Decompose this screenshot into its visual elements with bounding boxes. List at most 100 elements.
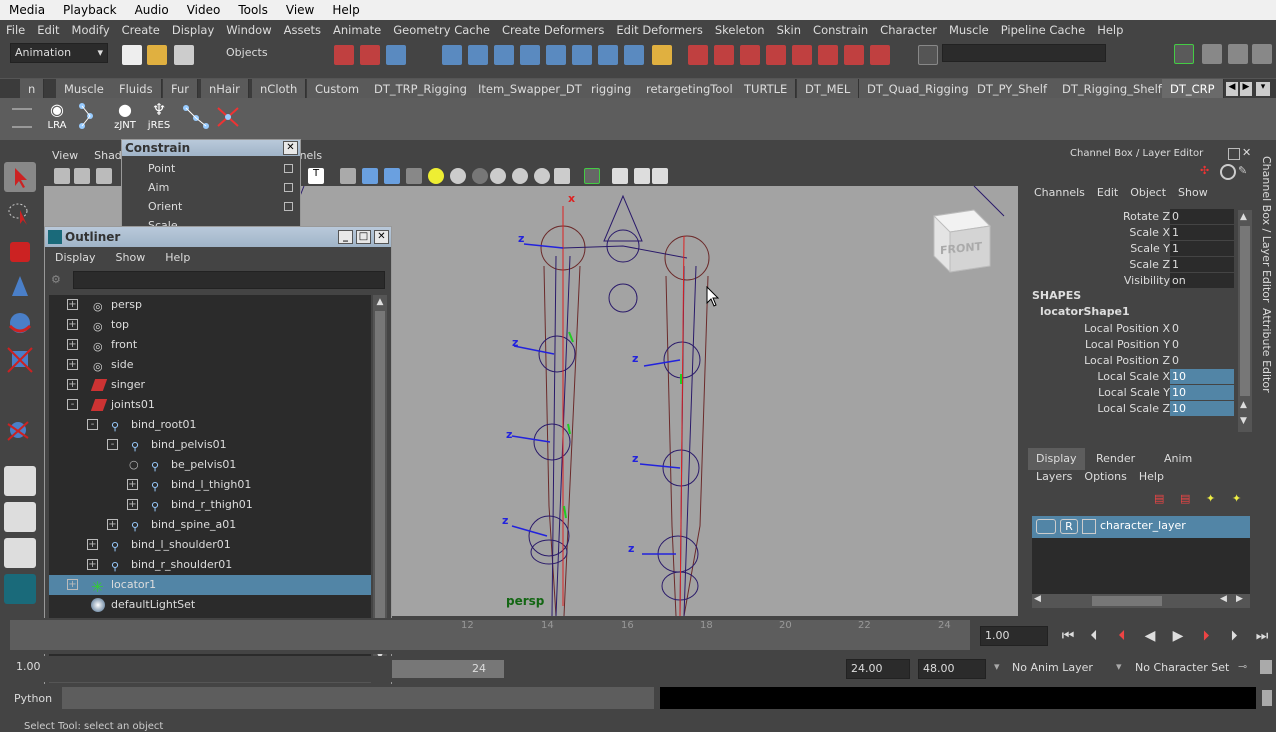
step-forward-frame-icon[interactable]: ⏵ [1224, 628, 1244, 644]
menu-character[interactable]: Character [874, 20, 943, 40]
key-icon[interactable]: ⊸ [1238, 660, 1247, 673]
snap-surface-icon[interactable] [520, 45, 540, 65]
channel-row[interactable]: Rotate Z0 [1028, 209, 1256, 225]
menu-set-dropdown[interactable]: Animation ▾ [10, 43, 108, 63]
shelf-tab-fluids[interactable]: Fluids [111, 79, 162, 99]
channel-row[interactable]: Local Position Y0 [1028, 337, 1256, 353]
shelf-tab-item-swapper[interactable]: Item_Swapper_DT [470, 79, 591, 99]
shelf-tab-dt-quad-rigging[interactable]: DT_Quad_Rigging [859, 79, 978, 99]
layer-visibility-toggle[interactable] [1036, 519, 1056, 534]
menu-pipeline-cache[interactable]: Pipeline Cache [995, 20, 1091, 40]
outliner-item[interactable]: defaultLightSet [49, 595, 371, 615]
os-menu-audio[interactable]: Audio [126, 0, 178, 20]
show-manipulator-icon[interactable] [4, 414, 36, 444]
xray-icon[interactable] [584, 168, 600, 184]
snap-curve-icon[interactable] [468, 45, 488, 65]
outliner-item[interactable]: + ◎ front [49, 335, 371, 355]
outliner-vertical-scrollbar[interactable]: ▲ ▲ ▼ [373, 295, 387, 665]
new-anim-layer-icon[interactable]: ✦ [1206, 492, 1222, 508]
range-start-value[interactable]: 1.00 [16, 660, 41, 673]
channel-value[interactable]: 10 [1170, 401, 1234, 416]
show-sidebar-icon[interactable] [1174, 44, 1194, 64]
channel-value[interactable]: 0 [1170, 321, 1234, 336]
camera-select-icon[interactable] [54, 168, 70, 184]
channel-value[interactable]: 0 [1170, 337, 1234, 352]
current-time-field[interactable]: 1.00 [980, 626, 1048, 646]
lock-icon[interactable] [652, 45, 672, 65]
layer-display-type-toggle[interactable]: R [1060, 519, 1078, 534]
time-slider-track[interactable] [10, 620, 970, 650]
open-scene-icon[interactable] [147, 45, 167, 65]
quick-input-field[interactable] [942, 44, 1106, 62]
menu-create-deformers[interactable]: Create Deformers [496, 20, 610, 40]
use-all-lights-icon[interactable] [428, 168, 444, 184]
point-options-box[interactable] [284, 164, 293, 173]
collapse-icon[interactable]: - [67, 399, 78, 410]
menu-modify[interactable]: Modify [66, 20, 116, 40]
select-by-component-icon[interactable] [386, 45, 406, 65]
menu-help[interactable]: Help [1091, 20, 1129, 40]
pen-icon[interactable]: ✎ [1238, 164, 1247, 177]
outliner-item[interactable]: + ◎ persp [49, 295, 371, 315]
channel-row[interactable]: Scale Z1 [1028, 257, 1256, 273]
menu-edit-deformers[interactable]: Edit Deformers [610, 20, 708, 40]
shelf-tab-custom[interactable]: Custom [307, 79, 369, 99]
menu-file[interactable]: File [0, 20, 31, 40]
layers-menu[interactable]: Layers [1030, 470, 1078, 483]
menu-assets[interactable]: Assets [278, 20, 327, 40]
anti-alias-icon[interactable] [512, 168, 528, 184]
input-output-icon[interactable] [624, 45, 644, 65]
snap-plane-icon[interactable] [546, 45, 566, 65]
isolate-select-icon[interactable] [554, 168, 570, 184]
channel-row[interactable]: Scale X1 [1028, 225, 1256, 241]
channel-value[interactable]: 1 [1170, 257, 1234, 272]
scroll-up-icon[interactable]: ▲ [1240, 400, 1247, 410]
outliner-menu-display[interactable]: Display [45, 247, 106, 269]
close-icon[interactable]: ✕ [374, 230, 389, 244]
paint-select-tool-icon[interactable] [4, 236, 36, 266]
viewport-menu-view[interactable]: View [44, 146, 86, 166]
step-back-frame-icon[interactable]: ⏴ [1084, 628, 1104, 644]
menu-muscle[interactable]: Muscle [943, 20, 995, 40]
jres-button[interactable]: ♆ jRES [142, 100, 176, 136]
go-to-start-icon[interactable]: ⏮ [1058, 628, 1078, 644]
side-tab-channel-box[interactable]: Channel Box / Layer Editor [1260, 156, 1273, 303]
help-menu[interactable]: Help [1133, 470, 1170, 483]
menu-skeleton[interactable]: Skeleton [709, 20, 771, 40]
channel-value[interactable]: 1 [1170, 241, 1234, 256]
shelf-tab-dt-crp[interactable]: DT_CRP [1162, 79, 1224, 99]
float-panel-icon[interactable] [1228, 148, 1240, 160]
expand-icon[interactable]: + [87, 539, 98, 550]
channel-value[interactable]: 0 [1170, 353, 1234, 368]
filter-icon[interactable]: ⚙ [51, 273, 65, 287]
os-menu-tools[interactable]: Tools [229, 0, 277, 20]
shelf-tab-dt-py-shelf[interactable]: DT_PY_Shelf [969, 79, 1056, 99]
os-menu-help[interactable]: Help [323, 0, 368, 20]
select-by-hierarchy-icon[interactable] [334, 45, 354, 65]
scroll-down-icon[interactable]: ▼ [1240, 416, 1247, 426]
channel-row[interactable]: Visibility on [1028, 273, 1256, 289]
smooth-shade-icon[interactable] [362, 168, 378, 184]
maximize-icon[interactable]: □ [356, 230, 371, 244]
channel-value[interactable]: 1 [1170, 225, 1234, 240]
shelf-tab-n[interactable]: n [20, 79, 45, 99]
wireframe-icon[interactable] [340, 168, 356, 184]
layer-editor-scrollbar[interactable]: ◀ ◀ ▶ [1032, 594, 1250, 608]
shelf-tab-dt-trp-rigging[interactable]: DT_TRP_Rigging [366, 79, 476, 99]
new-scene-icon[interactable] [122, 45, 142, 65]
outliner-item-selected[interactable]: + ✳ locator1 [49, 575, 371, 596]
outliner-item[interactable]: + singer [49, 375, 371, 395]
channel-value[interactable]: 0 [1170, 209, 1234, 224]
collapse-icon[interactable]: - [107, 439, 118, 450]
layer-tab-display[interactable]: Display [1028, 448, 1085, 470]
render-icon[interactable] [688, 45, 708, 65]
save-scene-icon[interactable] [174, 45, 194, 65]
options-menu[interactable]: Options [1078, 470, 1132, 483]
shelf-options-icon[interactable] [12, 108, 32, 128]
step-back-key-icon[interactable]: ⏴ [1112, 628, 1132, 644]
outliner-item[interactable]: + ⚲ bind_spine_a01 [49, 515, 371, 535]
expand-icon[interactable]: + [67, 579, 78, 590]
layer-tab-anim[interactable]: Anim [1156, 448, 1200, 470]
layer-row[interactable]: R character_layer [1032, 516, 1250, 538]
scroll-left-icon[interactable]: ◀ [1220, 594, 1227, 604]
